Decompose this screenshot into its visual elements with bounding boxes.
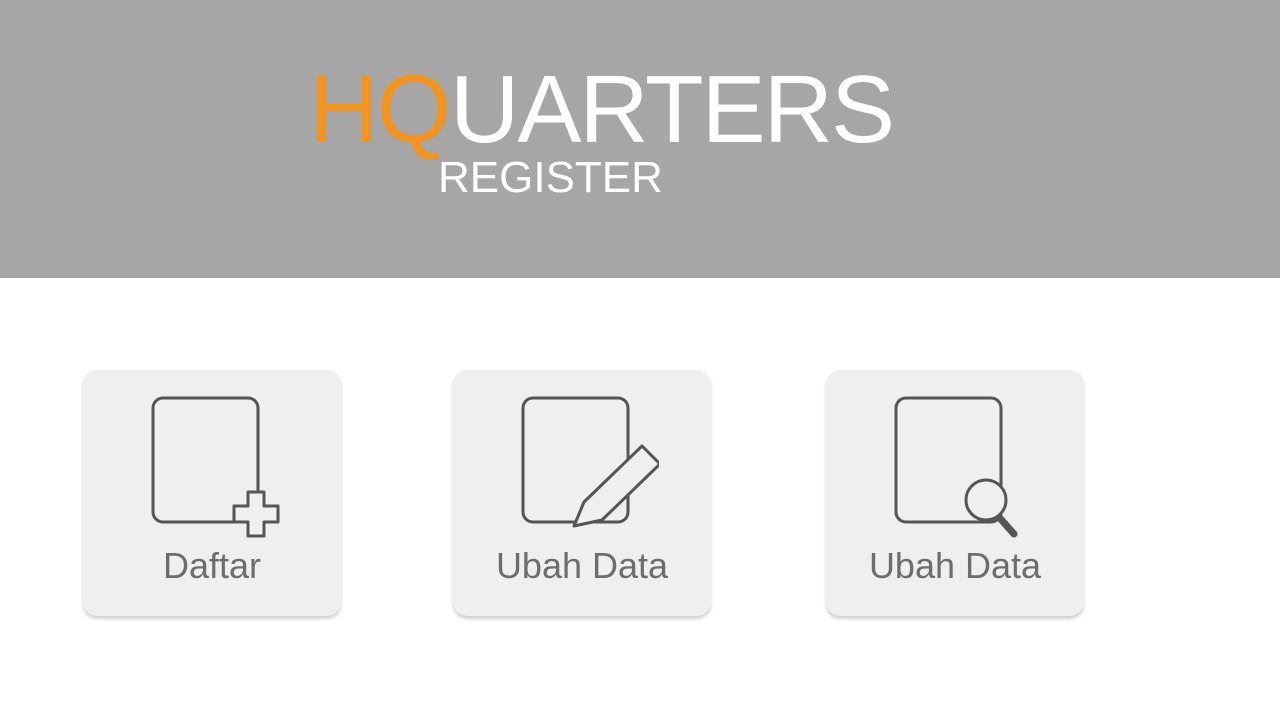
header-bar: HQUARTERS REGISTER <box>0 0 1280 278</box>
document-search-icon <box>894 396 1018 538</box>
register-label: Daftar <box>162 545 262 586</box>
document-edit-icon <box>521 396 659 528</box>
edit-data-button[interactable]: Ubah Data <box>453 370 711 616</box>
edit-data-label: Ubah Data <box>495 545 669 586</box>
search-data-button[interactable]: Ubah Data <box>826 370 1084 616</box>
document-add-icon <box>151 396 280 538</box>
search-data-label: Ubah Data <box>868 545 1042 586</box>
logo-quarters: UARTERS <box>450 56 895 163</box>
logo-subtitle: REGISTER <box>438 153 663 202</box>
logo-wordmark: HQUARTERS <box>310 62 895 158</box>
logo-hq: HQ <box>310 56 452 163</box>
app-logo: HQUARTERS REGISTER <box>310 62 930 212</box>
register-button[interactable]: Daftar <box>83 370 341 616</box>
